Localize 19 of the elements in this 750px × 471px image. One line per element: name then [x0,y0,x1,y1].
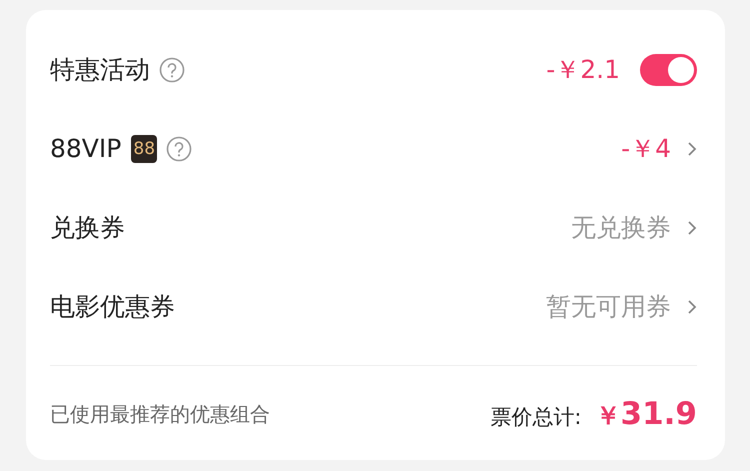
row-label: 88VIP [50,134,122,163]
row-label: 兑换券 [50,212,125,244]
row-label: 特惠活动 [50,54,150,86]
summary-text: 已使用最推荐的优惠组合 [50,400,270,428]
row-value: 暂无可用券 [546,291,671,323]
row-label: 电影优惠券 [50,291,175,323]
chevron-right-icon[interactable] [687,140,697,156]
help-icon[interactable] [166,136,192,162]
currency-symbol: ￥ [596,400,620,432]
row-value: -￥4 [621,133,671,165]
row-value: -￥2.1 [546,54,620,86]
row-value: 无兑换券 [571,212,671,244]
help-icon[interactable] [159,56,185,82]
total-label: 票价总计: [490,404,582,431]
chevron-right-icon[interactable] [687,220,697,236]
total-price: 31.9 [620,396,697,432]
vip-badge: 88 [131,134,158,162]
toggle-switch[interactable] [640,54,697,86]
chevron-right-icon[interactable] [687,298,697,314]
